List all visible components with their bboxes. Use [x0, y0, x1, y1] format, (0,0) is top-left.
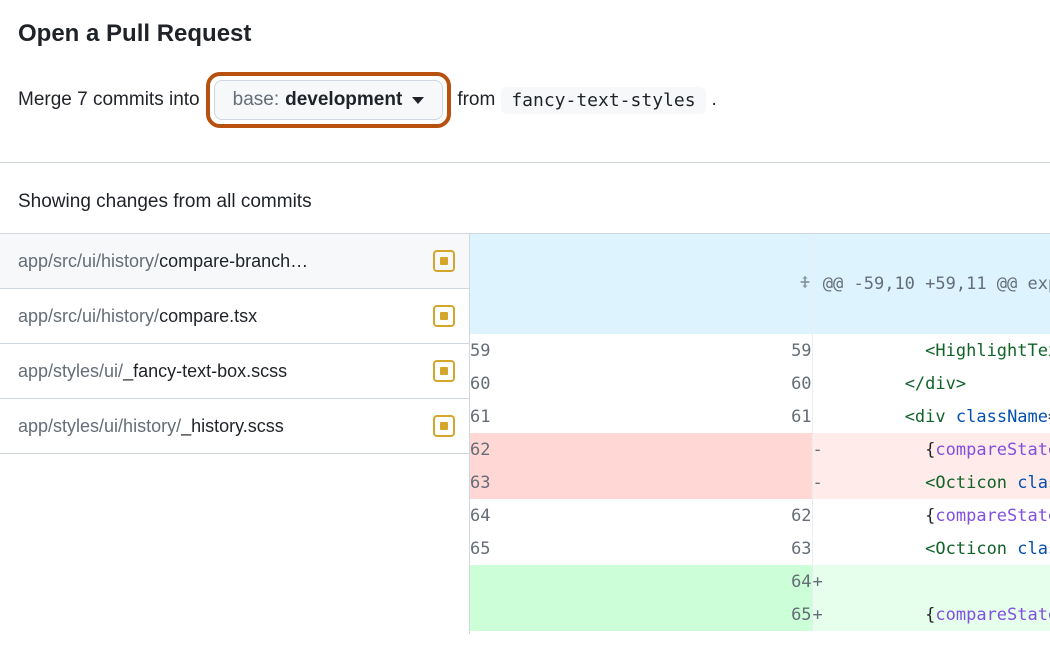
line-number-new: 59: [490, 334, 812, 367]
diff-code: <div className="branch: [823, 400, 1050, 433]
base-label: base:: [233, 89, 279, 111]
diff-code: {compareState.behind: [823, 499, 1050, 532]
diff-line[interactable]: 63 - <Octicon className=': [470, 466, 1050, 499]
diff-table: @@ -59,10 +59,11 @@ export cla 5959 <Hig…: [470, 234, 1050, 631]
content-row: app/src/ui/history/compare-branch… app/sr…: [0, 233, 1050, 634]
modified-icon: [433, 250, 455, 272]
file-item[interactable]: app/src/ui/history/compare-branch…: [0, 234, 469, 289]
line-number-old: 64: [470, 499, 490, 532]
diff-marker: [812, 334, 823, 367]
hunk-header-text: @@ -59,10 +59,11 @@ export cla: [823, 234, 1050, 334]
diff-marker: +: [812, 565, 823, 598]
divider: [0, 162, 1050, 163]
base-selector-highlight: base: development: [206, 72, 452, 128]
line-number-old: 59: [470, 334, 490, 367]
diff-code: <Octicon className=': [823, 532, 1050, 565]
diff-marker: [812, 367, 823, 400]
changes-header: Showing changes from all commits: [18, 191, 1032, 213]
chevron-down-icon: [412, 97, 424, 104]
diff-marker: -: [812, 466, 823, 499]
diff-code: <Octicon className=': [823, 466, 1050, 499]
diff-line[interactable]: 6563 <Octicon className=': [470, 532, 1050, 565]
file-item[interactable]: app/styles/ui/history/_history.scss: [0, 399, 469, 454]
file-item[interactable]: app/styles/ui/_fancy-text-box.scss: [0, 344, 469, 399]
line-number-old: 62: [470, 433, 490, 466]
file-list: app/src/ui/history/compare-branch… app/sr…: [0, 234, 470, 634]
line-number-new: 64: [490, 565, 812, 598]
expand-icon[interactable]: [634, 254, 812, 314]
diff-marker: [812, 532, 823, 565]
modified-icon: [433, 305, 455, 327]
line-number-old: 65: [470, 532, 490, 565]
diff-code: {compareState.ahead}: [823, 598, 1050, 631]
file-path: app/src/ui/history/compare.tsx: [18, 306, 257, 327]
diff-line[interactable]: 64+: [470, 565, 1050, 598]
diff-marker: [812, 499, 823, 532]
diff-code: {compareState.ahead}: [823, 433, 1050, 466]
source-branch-tag: fancy-text-styles: [501, 87, 705, 114]
diff-line[interactable]: 6060 </div>: [470, 367, 1050, 400]
file-item[interactable]: app/src/ui/history/compare.tsx: [0, 289, 469, 344]
line-number-old: 60: [470, 367, 490, 400]
modified-icon: [433, 415, 455, 437]
diff-code: [823, 565, 1050, 598]
base-branch-selector[interactable]: base: development: [214, 80, 444, 120]
merge-summary: Merge 7 commits into base: development f…: [18, 72, 1032, 128]
diff-line[interactable]: 5959 <HighlightText text=: [470, 334, 1050, 367]
line-number-new: [490, 433, 812, 466]
diff-code: <HighlightText text=: [823, 334, 1050, 367]
diff-line[interactable]: 62 - {compareState.ahead}: [470, 433, 1050, 466]
line-number-new: [490, 466, 812, 499]
line-number-new: 60: [490, 367, 812, 400]
from-word: from: [457, 89, 495, 111]
diff-code: </div>: [823, 367, 1050, 400]
line-number-old: 63: [470, 466, 490, 499]
line-number-new: 65: [490, 598, 812, 631]
line-number-new: 63: [490, 532, 812, 565]
merge-prefix: Merge 7 commits into: [18, 89, 200, 111]
diff-marker: [812, 400, 823, 433]
base-branch-name: development: [285, 89, 402, 111]
modified-icon: [433, 360, 455, 382]
line-number-old: [470, 565, 490, 598]
diff-line[interactable]: 6462 {compareState.behind: [470, 499, 1050, 532]
file-path: app/styles/ui/_fancy-text-box.scss: [18, 361, 287, 382]
line-number-new: 61: [490, 400, 812, 433]
diff-marker: -: [812, 433, 823, 466]
file-path: app/styles/ui/history/_history.scss: [18, 416, 284, 437]
file-path: app/src/ui/history/compare-branch…: [18, 251, 308, 272]
line-number-new: 62: [490, 499, 812, 532]
diff-line[interactable]: 65+ {compareState.ahead}: [470, 598, 1050, 631]
line-number-old: [470, 598, 490, 631]
diff-hunk-header[interactable]: @@ -59,10 +59,11 @@ export cla: [470, 234, 1050, 334]
line-number-old: 61: [470, 400, 490, 433]
merge-suffix: .: [712, 89, 717, 111]
diff-view: @@ -59,10 +59,11 @@ export cla 5959 <Hig…: [470, 234, 1050, 634]
diff-line[interactable]: 6161 <div className="branch: [470, 400, 1050, 433]
page-title: Open a Pull Request: [18, 20, 1032, 48]
diff-marker: +: [812, 598, 823, 631]
